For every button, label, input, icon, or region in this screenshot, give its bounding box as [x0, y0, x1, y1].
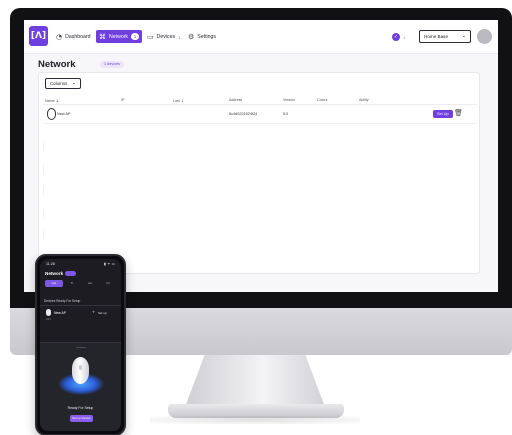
phone-divider	[40, 305, 121, 306]
site-selector-value: Home Base	[424, 34, 449, 39]
phone-device-sub: AP1	[46, 318, 51, 321]
phone-screen: 11:28 ▮ ᯤ ▭ Network List Tt Aa Ot Device…	[40, 259, 121, 431]
top-navigation-bar: [Λ] ◔ Dashboard ⌘ Network 1 ▭ Devices 1 …	[24, 20, 498, 54]
nav-network[interactable]: ⌘ Network 1	[96, 30, 143, 43]
row-divider	[43, 123, 477, 124]
shield-icon: ✓	[392, 33, 400, 41]
phone-tab-3[interactable]: Aa	[81, 280, 99, 287]
app-logo[interactable]: [Λ]	[29, 26, 48, 46]
sort-icon: ↓	[180, 98, 185, 103]
dashboard-icon: ◔	[56, 33, 63, 41]
device-count-badge: 1 devices	[100, 61, 125, 68]
plus-icon: +	[92, 310, 96, 314]
nav-network-label: Network	[109, 33, 129, 40]
gear-icon: ⚙	[188, 33, 195, 41]
nav-dashboard[interactable]: ◔ Dashboard	[56, 31, 91, 43]
network-count-badge: 1	[131, 33, 140, 40]
site-selector[interactable]: Home Base ⌄	[419, 30, 471, 43]
phone-setup-link[interactable]: Set up	[98, 311, 107, 315]
chevron-down-icon: ⌄	[71, 80, 76, 86]
nav-devices[interactable]: ▭ Devices 1	[147, 31, 181, 43]
monitor-stand	[185, 355, 325, 407]
notifications[interactable]: ✓ 1	[392, 32, 414, 42]
nav-settings-label: Settings	[197, 34, 217, 40]
empty-row-marker	[43, 187, 44, 195]
empty-row-marker	[43, 231, 44, 239]
page-title: Network	[38, 59, 76, 70]
row-version: 5.0	[283, 112, 289, 116]
table-header-divider	[43, 104, 477, 105]
table-row[interactable]: New AP 6c4d0221524f24 5.0 · · · · · Set …	[43, 106, 477, 123]
ready-for-setup-text: Ready For Setup	[67, 406, 94, 410]
nav-dashboard-label: Dashboard	[65, 34, 91, 40]
column-header-version[interactable]: Version	[283, 98, 295, 102]
empty-row-marker	[43, 209, 44, 217]
sort-icon: ↓	[55, 98, 59, 103]
set-up-button[interactable]: Set Up	[433, 110, 453, 118]
phone-setup-sheet: Ready For Setup Set up Device	[40, 342, 121, 431]
avatar[interactable]	[477, 29, 492, 44]
devices-icon: ▭	[147, 33, 154, 41]
desktop-screen: [Λ] ◔ Dashboard ⌘ Network 1 ▭ Devices 1 …	[24, 20, 498, 292]
signal-icon: ▮ ᯤ ▭	[104, 262, 115, 266]
phone-tab-1[interactable]: List	[45, 280, 63, 287]
phone-device-row[interactable]: New AP AP1 + Set up	[44, 309, 117, 321]
row-address: 6c4d0221524f24	[229, 112, 258, 116]
devices-table-panel: Columns ⌄ Name↓ IP Last↓ Address Version…	[38, 72, 480, 274]
column-header-colors[interactable]: Colors	[317, 98, 327, 102]
phone-tabs: List Tt Aa Ot	[45, 280, 117, 287]
access-point-icon	[46, 309, 51, 316]
set-up-device-button[interactable]: Set up Device	[70, 415, 93, 422]
phone-tab-4[interactable]: Ot	[99, 280, 117, 287]
row-colors: · · · · ·	[317, 112, 337, 116]
column-header-name[interactable]: Name↓	[45, 98, 59, 103]
devices-count: 1	[178, 34, 181, 40]
chevron-down-icon: ⌄	[461, 33, 466, 39]
phone-status-bar: 11:28 ▮ ᯤ ▭	[40, 262, 121, 268]
phone-device: 11:28 ▮ ᯤ ▭ Network List Tt Aa Ot Device…	[35, 254, 126, 435]
phone-section-title: Devices Ready For Setup	[44, 299, 81, 303]
column-header-ability[interactable]: Ability	[359, 98, 369, 102]
empty-row-marker	[43, 165, 44, 173]
phone-tab-2[interactable]: Tt	[63, 280, 81, 287]
access-point-image	[72, 357, 89, 384]
nav-devices-label: Devices	[156, 34, 176, 40]
phone-device-name: New AP	[54, 311, 67, 315]
columns-label: Columns	[50, 81, 68, 86]
column-header-address[interactable]: Address	[229, 98, 242, 102]
column-header-last[interactable]: Last↓	[173, 98, 184, 103]
network-icon: ⌘	[99, 32, 106, 41]
row-name: New AP	[57, 112, 71, 116]
sheet-handle[interactable]	[76, 347, 86, 348]
trash-icon[interactable]: 🗑	[454, 109, 463, 117]
empty-row-marker	[43, 143, 44, 151]
column-header-ip[interactable]: IP	[121, 98, 124, 102]
phone-page-title: Network	[45, 271, 64, 276]
notification-count: 1	[403, 34, 406, 40]
phone-title-badge	[65, 271, 76, 276]
access-point-icon	[47, 108, 56, 120]
nav-settings[interactable]: ⚙ Settings	[188, 31, 216, 43]
phone-time: 11:28	[46, 262, 55, 266]
device-led	[79, 365, 82, 370]
columns-dropdown[interactable]: Columns ⌄	[45, 78, 81, 89]
stand-shadow	[150, 416, 360, 424]
